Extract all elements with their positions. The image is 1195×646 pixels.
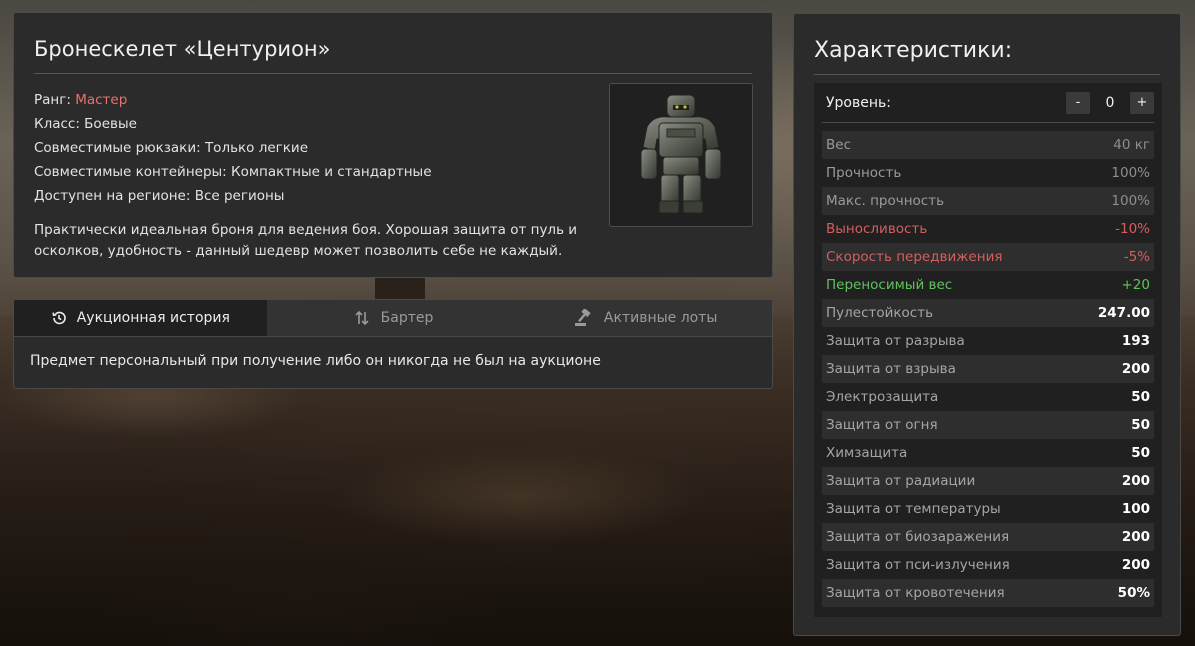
stat-row: Макс. прочность 100%	[822, 187, 1154, 215]
stat-row: Переносимый вес +20	[822, 271, 1154, 299]
stat-row: Электрозащита 50	[822, 383, 1154, 411]
stat-value: -10%	[1115, 221, 1150, 237]
stat-row: Пулестойкость 247.00	[822, 299, 1154, 327]
tab-label: Аукционная история	[76, 310, 230, 326]
stat-value: 200	[1121, 557, 1150, 573]
stat-row: Защита от температуры 100	[822, 495, 1154, 523]
stat-value: 100	[1121, 501, 1150, 517]
stat-name: Пулестойкость	[826, 305, 934, 321]
auction-panel: Аукционная история Бартер Активные лоты …	[13, 299, 773, 389]
stats-title: Характеристики:	[814, 14, 1160, 75]
armor-exoskeleton-icon	[640, 94, 722, 214]
stat-row: Защита от биозаражения 200	[822, 523, 1154, 551]
stat-value: 100%	[1111, 165, 1150, 181]
auction-message: Предмет персональный при получение либо …	[30, 353, 601, 369]
auction-tabs: Аукционная история Бартер Активные лоты	[14, 300, 772, 337]
stat-row: Вес 40 кг	[822, 131, 1154, 159]
stat-row: Защита от пси-излучения 200	[822, 551, 1154, 579]
stat-value: +20	[1121, 277, 1151, 293]
stat-rows: Вес 40 кг Прочность 100% Макс. прочность 10…	[822, 131, 1154, 607]
stat-value: 247.00	[1097, 305, 1150, 321]
stat-row: Защита от взрыва 200	[822, 355, 1154, 383]
stat-value: 40 кг	[1113, 137, 1150, 153]
stat-name: Вес	[826, 137, 851, 153]
stat-value: 200	[1121, 529, 1150, 545]
stat-row: Химзащита 50	[822, 439, 1154, 467]
stat-row: Защита от разрыва 193	[822, 327, 1154, 355]
stat-row: Прочность 100%	[822, 159, 1154, 187]
stat-name: Макс. прочность	[826, 193, 945, 209]
level-decrease-button[interactable]: -	[1066, 91, 1090, 114]
tab-active-lots[interactable]: Активные лоты	[519, 300, 772, 336]
rank-value: Мастер	[75, 92, 128, 108]
level-stepper: - 0 +	[1066, 91, 1154, 114]
stats-panel: Характеристики: Уровень: - 0 + Вес 40 кг …	[793, 13, 1181, 636]
tab-label: Активные лоты	[603, 310, 718, 326]
rank-label: Ранг:	[34, 92, 71, 108]
stat-name: Защита от разрыва	[826, 333, 965, 349]
item-info-panel: Бронескелет «Центурион» Ранг: Мастер Кла…	[13, 12, 773, 278]
item-title: Бронескелет «Центурион»	[34, 13, 752, 74]
stat-name: Защита от кровотечения	[826, 585, 1005, 601]
stat-value: 50	[1131, 445, 1150, 461]
level-increase-button[interactable]: +	[1130, 91, 1154, 114]
swap-arrows-icon	[355, 310, 369, 326]
tab-auction-history[interactable]: Аукционная история	[14, 300, 267, 336]
stat-name: Выносливость	[826, 221, 928, 237]
gavel-icon	[574, 309, 591, 326]
stat-value: 100%	[1111, 193, 1150, 209]
stat-value: 50	[1131, 417, 1150, 433]
stat-row: Защита от радиации 200	[822, 467, 1154, 495]
stat-value: 50%	[1117, 585, 1150, 601]
stat-name: Защита от пси-излучения	[826, 557, 1010, 573]
stat-name: Защита от взрыва	[826, 361, 956, 377]
tab-barter[interactable]: Бартер	[267, 300, 520, 336]
stat-value: 200	[1121, 361, 1150, 377]
history-icon	[52, 311, 66, 325]
item-description: Практически идеальная броня для ведения …	[34, 222, 578, 259]
stat-row: Защита от кровотечения 50%	[822, 579, 1154, 607]
level-value: 0	[1105, 94, 1115, 111]
stat-value: 200	[1121, 473, 1150, 489]
stat-name: Химзащита	[826, 445, 908, 461]
stat-name: Электрозащита	[826, 389, 939, 405]
stat-value: -5%	[1123, 249, 1150, 265]
stat-value: 193	[1121, 333, 1150, 349]
stat-name: Прочность	[826, 165, 902, 181]
stat-name: Переносимый вес	[826, 277, 953, 293]
stat-name: Защита от температуры	[826, 501, 1001, 517]
stat-name: Скорость передвижения	[826, 249, 1003, 265]
item-image	[609, 83, 753, 227]
level-row: Уровень: - 0 +	[822, 83, 1154, 123]
stat-row: Защита от огня 50	[822, 411, 1154, 439]
background-tower	[375, 278, 425, 300]
level-label: Уровень:	[826, 94, 891, 111]
stat-name: Защита от огня	[826, 417, 938, 433]
tab-label: Бартер	[380, 310, 434, 326]
stat-name: Защита от радиации	[826, 473, 976, 489]
stat-row: Скорость передвижения -5%	[822, 243, 1154, 271]
stat-value: 50	[1131, 389, 1150, 405]
stat-row: Выносливость -10%	[822, 215, 1154, 243]
stats-box: Уровень: - 0 + Вес 40 кг Прочность 100% Ма…	[814, 83, 1162, 617]
stat-name: Защита от биозаражения	[826, 529, 1010, 545]
